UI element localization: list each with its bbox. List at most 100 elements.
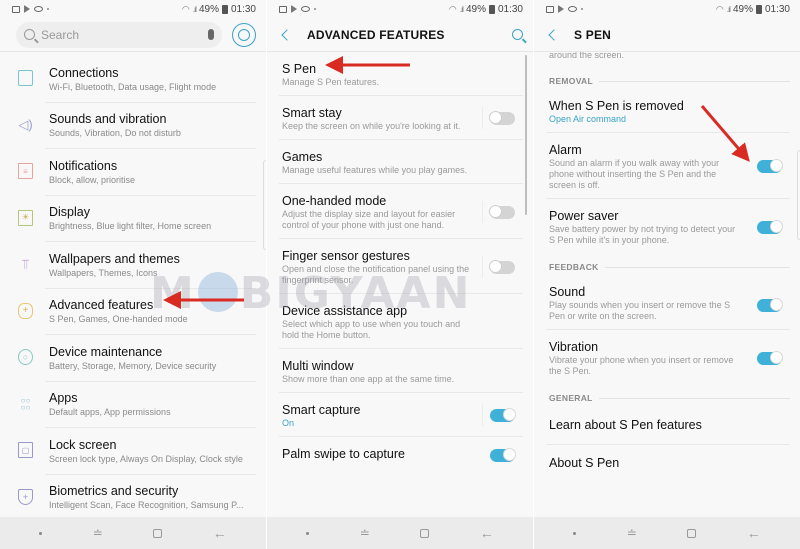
- header: S PEN: [534, 18, 800, 52]
- search-row: Search: [0, 18, 266, 52]
- search-input[interactable]: Search: [16, 21, 222, 48]
- item-title: Smart capture: [282, 403, 361, 417]
- header: ADVANCED FEATURES: [267, 18, 533, 52]
- profile-button[interactable]: [232, 22, 256, 47]
- item-subtitle: Keep the screen on while you're looking …: [282, 121, 461, 131]
- clock: 01:30: [497, 3, 523, 15]
- nav-dot-icon[interactable]: [306, 531, 310, 535]
- finger-sensor-gestures-toggle[interactable]: [489, 259, 515, 274]
- home-icon[interactable]: [420, 528, 430, 538]
- s-pen-screen: ◠ .ıl 49% 01:30 S PEN around the screen.…: [534, 0, 800, 549]
- settings-item-connections[interactable]: Connections Wi-Fi, Bluetooth, Data usage,…: [0, 56, 266, 103]
- list-item-sound[interactable]: Sound Play sounds when you insert or rem…: [534, 280, 800, 330]
- nav-dot-icon[interactable]: [39, 531, 43, 535]
- clipped-text: around the screen.: [549, 52, 625, 60]
- recents-icon[interactable]: ≐: [360, 526, 370, 540]
- search-icon[interactable]: [512, 29, 523, 40]
- battery-percent: 49%: [465, 3, 486, 15]
- divider: [482, 404, 483, 426]
- one-handed-mode-toggle[interactable]: [489, 204, 515, 219]
- item-subtitle: Save battery power by not trying to dete…: [549, 224, 736, 245]
- settings-item-lock-screen[interactable]: ▢ Lock screen Screen lock type, Always On…: [0, 428, 266, 475]
- section-label: GENERAL: [549, 393, 593, 403]
- settings-item-device-maintenance[interactable]: ○ Device maintenance Battery, Storage, Me…: [0, 335, 266, 382]
- sound-toggle[interactable]: [757, 298, 783, 312]
- section-label: FEEDBACK: [549, 262, 599, 272]
- back-nav-icon[interactable]: ←: [213, 525, 227, 541]
- more-notifications-icon: [581, 8, 583, 10]
- back-arrow-icon[interactable]: [281, 28, 293, 41]
- item-title: Alarm: [549, 143, 582, 157]
- item-title: One-handed mode: [282, 194, 387, 208]
- power-saver-toggle[interactable]: [757, 219, 783, 234]
- eye-notification-icon: [568, 6, 577, 12]
- list-item-palm-swipe[interactable]: Palm swipe to capture: [267, 437, 533, 470]
- settings-item-wallpapers[interactable]: ⫪ Wallpapers and themes Wallpapers, Theme…: [0, 242, 266, 289]
- list-item-device-assistance-app[interactable]: Device assistance app Select which app t…: [267, 294, 533, 349]
- smart-capture-toggle[interactable]: [490, 408, 516, 422]
- item-title: Learn about S Pen features: [549, 418, 702, 432]
- item-subtitle: Wi-Fi, Bluetooth, Data usage, Flight mod…: [49, 81, 217, 92]
- item-title: Device assistance app: [282, 304, 408, 318]
- item-subtitle: Manage S Pen features.: [282, 77, 380, 87]
- item-subtitle: Adjust the display size and layout for e…: [282, 209, 456, 230]
- play-notification-icon: [558, 5, 564, 13]
- list-item-vibration[interactable]: Vibration Vibrate your phone when you in…: [534, 330, 800, 385]
- advanced-features-list: S Pen Manage S Pen features. Smart stay …: [267, 52, 533, 470]
- back-nav-icon[interactable]: ←: [747, 525, 761, 541]
- list-item-one-handed-mode[interactable]: One-handed mode Adjust the display size …: [267, 184, 533, 239]
- list-item-when-removed[interactable]: When S Pen is removed Open Air command: [534, 94, 800, 133]
- list-item-alarm[interactable]: Alarm Sound an alarm if you walk away wi…: [534, 133, 800, 199]
- item-title: Games: [282, 150, 323, 164]
- palm-swipe-toggle[interactable]: [490, 448, 516, 462]
- gallery-notification-icon: [12, 5, 20, 13]
- item-title: Connections: [49, 65, 119, 80]
- list-item-finger-sensor-gestures[interactable]: Finger sensor gestures Open and close th…: [267, 239, 533, 294]
- item-title: When S Pen is removed: [549, 99, 684, 113]
- back-nav-icon[interactable]: ←: [480, 525, 494, 541]
- signal-icon: .ıl: [459, 4, 464, 14]
- settings-item-sounds[interactable]: ◁) Sounds and vibration Sounds, Vibration…: [0, 103, 266, 150]
- vibration-toggle[interactable]: [757, 350, 783, 365]
- mic-icon[interactable]: [208, 29, 214, 40]
- navigation-bar: ≐ ←: [534, 517, 800, 549]
- item-subtitle: Screen lock type, Always On Display, Clo…: [49, 453, 243, 464]
- advanced-features-icon: +: [18, 302, 33, 319]
- s-pen-settings-list: REMOVAL When S Pen is removed Open Air c…: [534, 68, 800, 479]
- item-title: About S Pen: [549, 456, 620, 470]
- settings-item-advanced-features[interactable]: + Advanced features S Pen, Games, One-han…: [0, 289, 266, 336]
- settings-item-display[interactable]: ☀ Display Brightness, Blue light filter, …: [0, 196, 266, 243]
- more-notifications-icon: [47, 8, 49, 10]
- scrollbar[interactable]: [525, 55, 527, 215]
- list-item-learn-about-s-pen[interactable]: Learn about S Pen features: [534, 411, 800, 445]
- signal-icon: .ıl: [726, 4, 731, 14]
- nav-dot-icon[interactable]: [573, 531, 577, 535]
- list-item-smart-stay[interactable]: Smart stay Keep the screen on while you'…: [267, 96, 533, 140]
- settings-item-apps[interactable]: ○○ ○○ Apps Default apps, App permissions: [0, 382, 266, 429]
- alarm-toggle[interactable]: [757, 159, 783, 173]
- wifi-icon: ◠: [181, 3, 190, 14]
- home-icon[interactable]: [153, 528, 163, 538]
- home-icon[interactable]: [687, 528, 697, 538]
- battery-percent: 49%: [198, 3, 219, 15]
- back-arrow-icon[interactable]: [548, 28, 560, 41]
- section-header-general: GENERAL: [534, 385, 800, 411]
- connections-icon: [18, 70, 33, 86]
- settings-item-notifications[interactable]: ≡ Notifications Block, allow, prioritise: [0, 149, 266, 196]
- item-subtitle: Wallpapers, Themes, Icons: [49, 267, 158, 278]
- list-item-multi-window[interactable]: Multi window Show more than one app at t…: [267, 349, 533, 393]
- smart-stay-toggle[interactable]: [489, 111, 515, 125]
- edge-panel-handle[interactable]: [263, 160, 266, 250]
- settings-item-biometrics[interactable]: + Biometrics and security Intelligent Sca…: [0, 475, 266, 522]
- item-title: Sound: [549, 285, 586, 299]
- list-item-games[interactable]: Games Manage useful features while you p…: [267, 140, 533, 184]
- item-title: Notifications: [49, 158, 118, 173]
- item-subtitle: Show more than one app at the same time.: [282, 374, 455, 384]
- item-subtitle: Block, allow, prioritise: [49, 174, 136, 185]
- recents-icon[interactable]: ≐: [93, 526, 103, 540]
- list-item-s-pen[interactable]: S Pen Manage S Pen features.: [267, 52, 533, 96]
- list-item-about-s-pen[interactable]: About S Pen: [534, 445, 800, 479]
- recents-icon[interactable]: ≐: [627, 526, 637, 540]
- list-item-smart-capture[interactable]: Smart capture On: [267, 393, 533, 437]
- list-item-power-saver[interactable]: Power saver Save battery power by not tr…: [534, 199, 800, 254]
